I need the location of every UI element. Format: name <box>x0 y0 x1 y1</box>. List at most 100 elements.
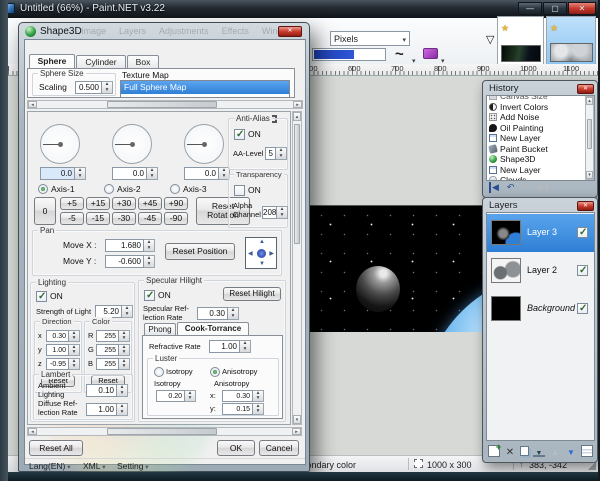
anti-alias-checkbox[interactable] <box>234 129 245 140</box>
layer-row[interactable]: Layer 3 <box>487 214 594 252</box>
isotropy-radio[interactable] <box>154 367 164 377</box>
merge-down-icon[interactable] <box>533 445 545 457</box>
spin-arrows-icon[interactable] <box>122 305 133 318</box>
cancel-button[interactable]: Cancel <box>259 440 299 456</box>
rotation-dial-2[interactable] <box>112 124 152 164</box>
undo-icon[interactable]: ↶ <box>507 182 515 193</box>
spin-arrows-icon[interactable] <box>276 147 287 160</box>
rotate-plus90-button[interactable]: +90 <box>164 197 188 210</box>
layer-visible-checkbox[interactable] <box>577 303 588 314</box>
pan-joystick[interactable]: ▲▼◀▶ <box>245 237 277 269</box>
spin-arrows-icon[interactable] <box>69 358 80 370</box>
maximize-button[interactable]: ▢ <box>543 2 567 15</box>
tab-phong[interactable]: Phong <box>144 323 176 335</box>
spin-arrows-icon[interactable] <box>185 390 196 402</box>
tab-sphere[interactable]: Sphere <box>29 54 75 69</box>
spin-arrows-icon[interactable] <box>119 330 130 342</box>
rotate-plus15-button[interactable]: +15 <box>86 197 110 210</box>
anisotropy-radio[interactable] <box>210 367 220 377</box>
unit-selector[interactable]: Pixels <box>330 31 410 46</box>
tab-box[interactable]: Box <box>127 55 159 69</box>
rotate-minus30-button[interactable]: -30 <box>112 212 136 225</box>
rotate-minus5-button[interactable]: -5 <box>60 212 84 225</box>
specular-checkbox[interactable] <box>144 290 155 301</box>
history-close-button[interactable] <box>577 84 594 94</box>
tab-cook-torrance[interactable]: Cook-Torrance <box>177 322 249 335</box>
spin-arrows-icon[interactable] <box>102 81 113 94</box>
layers-close-button[interactable] <box>577 201 594 211</box>
history-item[interactable]: New Layer <box>487 165 594 176</box>
axis3-radio[interactable] <box>170 184 180 194</box>
rotation-dial-1[interactable] <box>40 124 80 164</box>
history-item[interactable]: Add Noise <box>487 112 594 123</box>
tolerance-slider[interactable] <box>312 48 386 61</box>
spin-arrows-icon[interactable] <box>240 340 251 353</box>
layer-row[interactable]: Layer 2 <box>487 252 594 290</box>
spin-arrows-icon[interactable] <box>75 167 86 180</box>
rotate-plus30-button[interactable]: +30 <box>112 197 136 210</box>
history-item[interactable]: Oil Painting <box>487 123 594 134</box>
spin-arrows-icon[interactable] <box>147 167 158 180</box>
spin-arrows-icon[interactable] <box>144 255 155 268</box>
history-item[interactable]: Shape3D <box>487 154 594 165</box>
spin-arrows-icon[interactable] <box>69 330 80 342</box>
reset-all-button[interactable]: Reset All <box>29 440 83 456</box>
image-tab-2-selected[interactable] <box>546 16 596 64</box>
spin-arrows-icon[interactable] <box>277 206 288 219</box>
redo-icon[interactable]: ↷ <box>522 182 530 193</box>
lighting-checkbox[interactable] <box>36 291 47 302</box>
rotate-plus45-button[interactable]: +45 <box>138 197 162 210</box>
minimize-button[interactable]: — <box>518 2 542 15</box>
spin-arrows-icon[interactable] <box>119 358 130 370</box>
dialog-close-button[interactable] <box>278 26 302 37</box>
axis1-radio[interactable] <box>38 184 48 194</box>
delete-layer-icon[interactable] <box>504 445 516 457</box>
history-scrollbar[interactable]: ▴ ▾ <box>585 96 594 180</box>
duplicate-layer-icon[interactable] <box>520 446 529 456</box>
reset-position-button[interactable]: Reset Position <box>165 243 235 260</box>
spin-arrows-icon[interactable] <box>119 344 130 356</box>
rotate-plus5-button[interactable]: +5 <box>60 197 84 210</box>
setting-menu[interactable]: Setting <box>117 461 149 471</box>
layer-row[interactable]: Background <box>487 290 594 328</box>
lang-menu[interactable]: Lang(EN) <box>29 461 70 471</box>
texture-map-list[interactable]: Full Sphere Map Half Sphere Map <box>120 80 290 98</box>
image-tab-1[interactable] <box>497 16 544 64</box>
reset-hilight-button[interactable]: Reset Hilight <box>223 287 281 301</box>
spin-arrows-icon[interactable] <box>144 239 155 252</box>
fast-forward-icon[interactable]: ▶ <box>538 182 548 193</box>
dialog-vscrollbar[interactable]: ▴ ▾ <box>292 111 302 425</box>
history-item[interactable]: Invert Colors <box>487 102 594 113</box>
rotate-minus15-button[interactable]: -15 <box>86 212 110 225</box>
curve-tool-icon[interactable] <box>395 46 404 64</box>
history-item[interactable]: New Layer <box>487 133 594 144</box>
texture-option[interactable]: Half Sphere Map <box>121 94 289 98</box>
add-layer-icon[interactable] <box>488 445 500 457</box>
dialog-hscrollbar-bottom[interactable]: ◂ ▸ <box>27 427 302 436</box>
move-layer-up-icon[interactable] <box>549 445 561 457</box>
history-item[interactable]: Canvas Size <box>487 95 594 102</box>
rotate-minus90-button[interactable]: -90 <box>164 212 188 225</box>
blend-mode-icon[interactable] <box>423 48 438 59</box>
spin-arrows-icon[interactable] <box>253 390 264 402</box>
rewind-icon[interactable]: ◀ <box>489 182 499 193</box>
layer-visible-checkbox[interactable] <box>577 227 588 238</box>
transparency-checkbox[interactable] <box>234 185 245 196</box>
history-item[interactable]: Paint Bucket <box>487 144 594 155</box>
rotation-dial-3[interactable] <box>184 124 224 164</box>
dialog-hscrollbar-top[interactable]: ◂ ▸ <box>27 100 303 109</box>
history-item[interactable]: Clouds <box>487 175 594 181</box>
layer-visible-checkbox[interactable] <box>577 265 588 276</box>
spin-arrows-icon[interactable] <box>117 403 128 416</box>
spin-arrows-icon[interactable] <box>253 403 264 415</box>
ok-button[interactable]: OK <box>217 440 255 456</box>
spin-arrows-icon[interactable] <box>69 344 80 356</box>
rotate-0-button[interactable]: 0 <box>34 197 56 225</box>
close-button[interactable]: ✕ <box>568 2 596 15</box>
tab-cylinder[interactable]: Cylinder <box>76 55 126 69</box>
xml-menu[interactable]: XML <box>83 461 106 471</box>
layer-properties-icon[interactable] <box>581 445 593 457</box>
spin-arrows-icon[interactable] <box>117 384 128 397</box>
axis2-radio[interactable] <box>104 184 114 194</box>
rotate-minus45-button[interactable]: -45 <box>138 212 162 225</box>
